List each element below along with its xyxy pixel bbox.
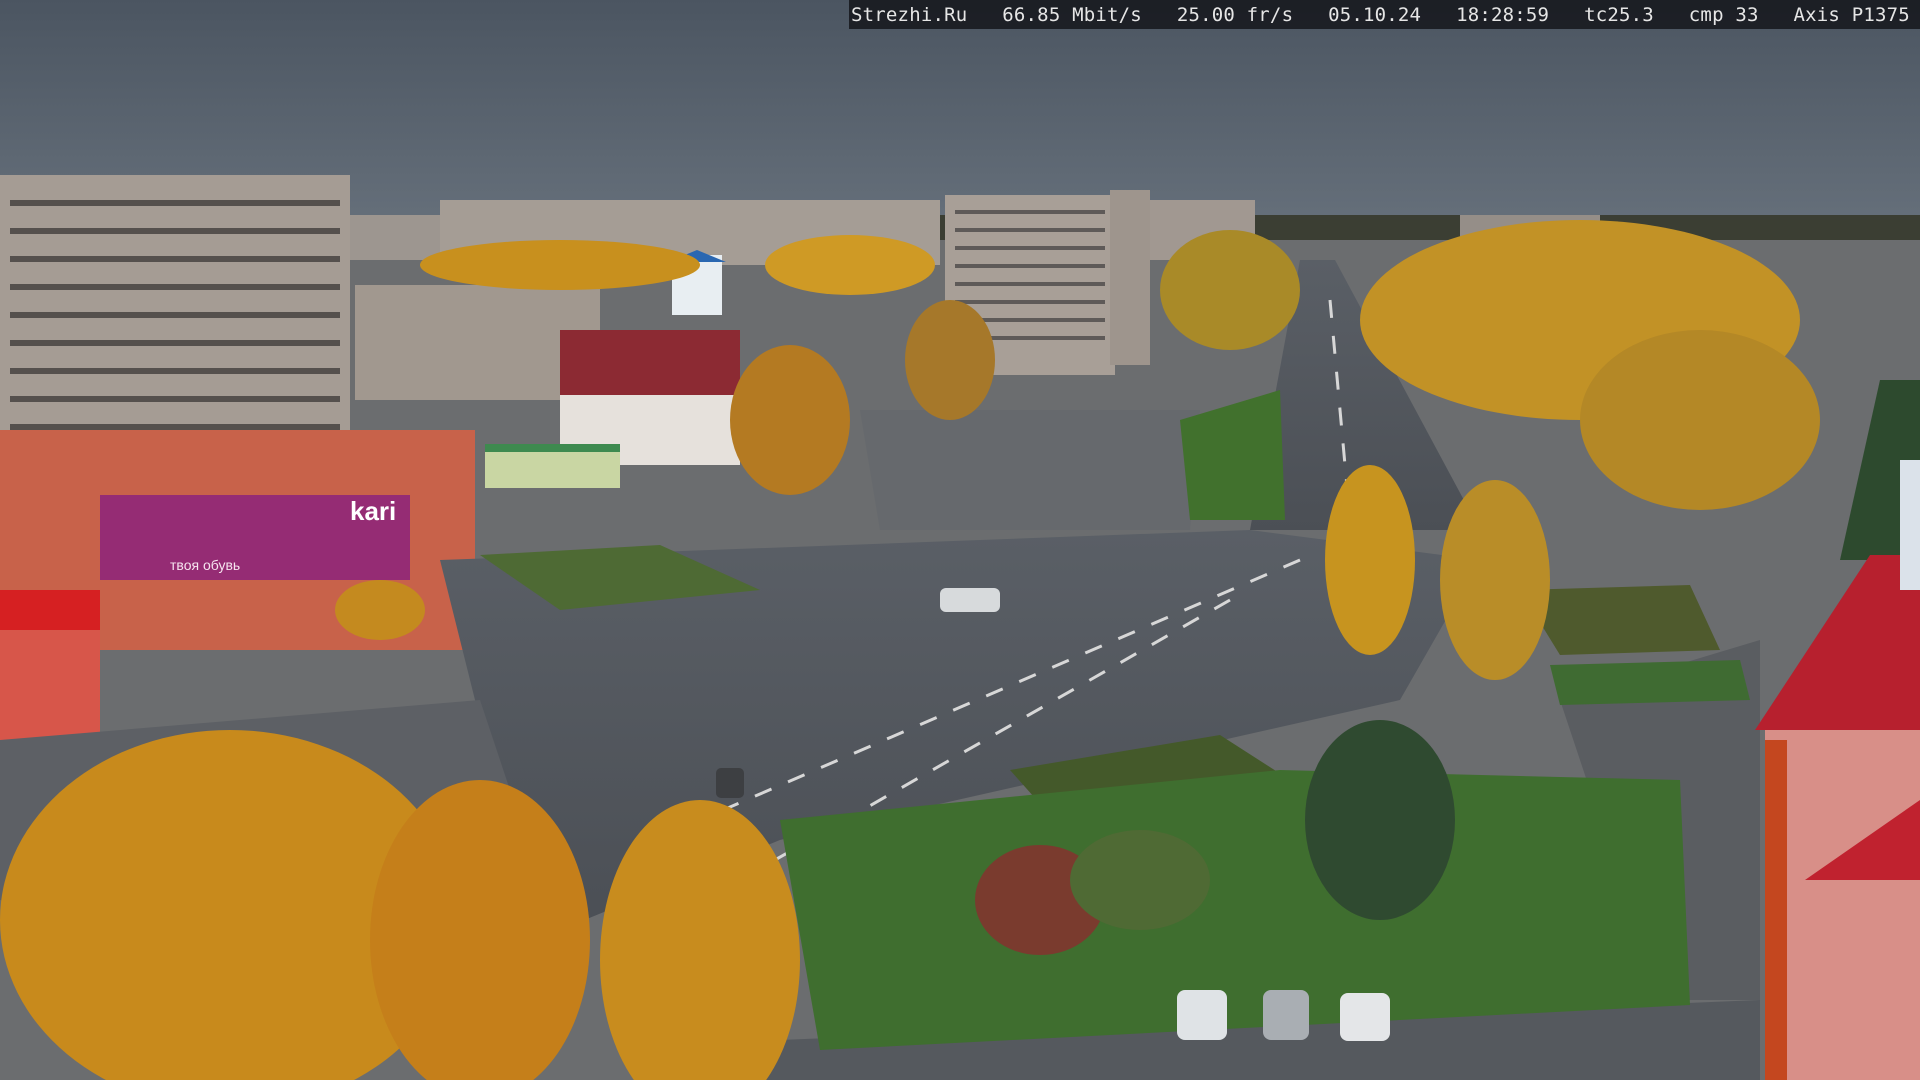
camera-info-overlay: Strezhi.Ru 66.85 Mbit/s 25.00 fr/s 05.10… xyxy=(849,0,1920,29)
overlay-site: Strezhi.Ru xyxy=(851,3,968,26)
overlay-camera-model: Axis P1375 xyxy=(1793,3,1910,26)
street-scene: kari твоя обувь xyxy=(0,0,1920,1080)
overlay-cmp: cmp 33 xyxy=(1688,3,1759,26)
store-brand-sign: kari xyxy=(350,496,396,526)
store-slogan-sign: твоя обувь xyxy=(170,557,240,573)
overlay-bitrate: 66.85 Mbit/s xyxy=(1002,3,1142,26)
overlay-time: 18:28:59 xyxy=(1456,3,1550,26)
overlay-tc: tc25.3 xyxy=(1584,3,1654,26)
overlay-framerate: 25.00 fr/s xyxy=(1176,3,1294,26)
camera-frame: kari твоя обувь Strezhi.Ru 66.85 Mbit/s … xyxy=(0,0,1920,1080)
overlay-date: 05.10.24 xyxy=(1328,3,1422,26)
